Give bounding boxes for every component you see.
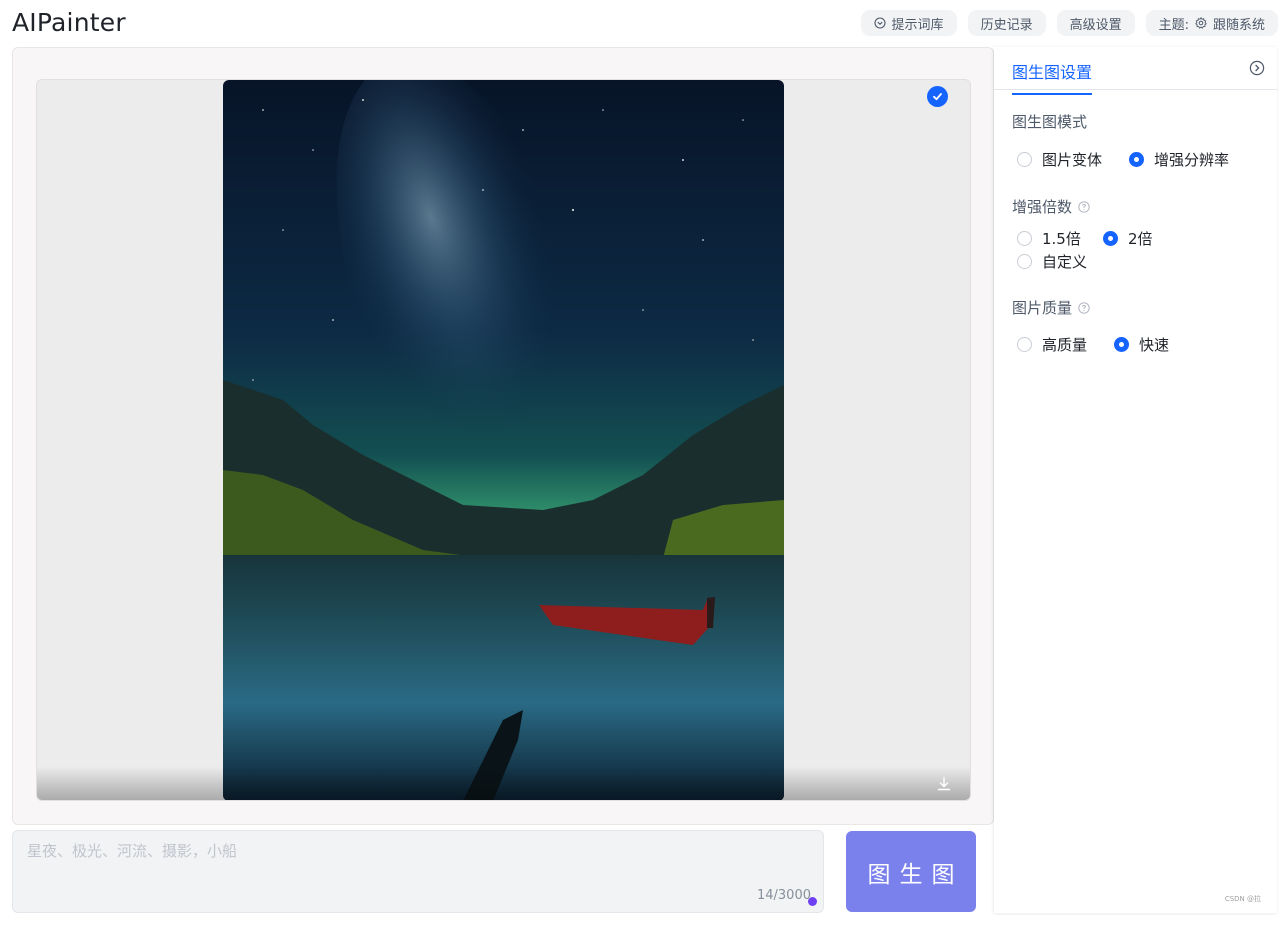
radio-label: 1.5倍: [1042, 230, 1081, 248]
theme-button[interactable]: 主题: 跟随系统: [1145, 10, 1278, 36]
radio-indicator: [1017, 231, 1032, 246]
gear-icon: [1195, 17, 1207, 29]
download-icon[interactable]: [936, 776, 952, 792]
advanced-settings-button[interactable]: 高级设置: [1056, 10, 1135, 36]
chevron-circle-icon: [873, 17, 886, 29]
radio-scale-2x[interactable]: 2倍: [1103, 228, 1153, 249]
radio-label: 增强分辨率: [1154, 151, 1230, 169]
radio-label: 图片变体: [1042, 151, 1103, 169]
history-label: 历史记录: [980, 17, 1033, 33]
app-title: AIPainter: [12, 8, 126, 37]
scale-section-title: 增强倍数: [1012, 196, 1090, 217]
theme-value: 跟随系统: [1212, 17, 1265, 33]
radio-enhance-resolution[interactable]: 增强分辨率: [1129, 149, 1229, 170]
radio-indicator: [1017, 337, 1032, 352]
char-count: 14/3000: [756, 888, 811, 903]
quality-section-title: 图片质量: [1012, 297, 1090, 318]
radio-indicator-selected: [1129, 152, 1144, 167]
quality-title-label: 图片质量: [1012, 299, 1073, 317]
prompt-input[interactable]: [13, 831, 823, 912]
prompt-library-button[interactable]: 提示词库: [860, 10, 957, 36]
image-canvas: [36, 79, 971, 801]
history-button[interactable]: 历史记录: [967, 10, 1046, 36]
advanced-settings-label: 高级设置: [1069, 17, 1122, 33]
canvas-bottom-shade: [37, 766, 970, 800]
selected-check-icon[interactable]: [927, 86, 948, 107]
radio-label: 2倍: [1128, 230, 1153, 248]
radio-label: 快速: [1139, 336, 1170, 354]
prompt-box: 14/3000: [12, 830, 824, 913]
radio-indicator-selected: [1114, 337, 1129, 352]
help-icon[interactable]: [1078, 301, 1090, 314]
radio-scale-1-5x[interactable]: 1.5倍: [1017, 228, 1081, 249]
watermark: CSDN @拉: [1224, 895, 1261, 903]
prompt-library-label: 提示词库: [891, 17, 944, 33]
starry-lake-photo[interactable]: [223, 80, 784, 800]
radio-indicator: [1017, 254, 1032, 269]
radio-scale-custom[interactable]: 自定义: [1017, 251, 1087, 272]
mode-section-title: 图生图模式: [1012, 111, 1087, 132]
radio-image-variant[interactable]: 图片变体: [1017, 149, 1102, 170]
radio-label: 高质量: [1042, 336, 1088, 354]
radio-indicator-selected: [1103, 231, 1118, 246]
radio-quality-fast[interactable]: 快速: [1114, 334, 1169, 355]
resize-handle[interactable]: [808, 897, 817, 906]
scale-title-label: 增强倍数: [1012, 198, 1073, 216]
tab-img2img-settings[interactable]: 图生图设置: [1012, 59, 1093, 95]
starry-lake-illustration: [223, 80, 784, 800]
mode-title-label: 图生图模式: [1012, 113, 1088, 131]
radio-indicator: [1017, 152, 1032, 167]
theme-label: 主题:: [1158, 17, 1189, 33]
image-stage: [12, 47, 994, 825]
panel-header: 图生图设置: [994, 47, 1277, 95]
help-icon[interactable]: [1078, 200, 1090, 213]
radio-quality-high[interactable]: 高质量: [1017, 334, 1087, 355]
settings-panel: 图生图设置 图生图模式 图片变体 增强分辨率 增强倍数 1.5倍 2倍 自定义 …: [994, 47, 1277, 913]
top-actions: 提示词库 历史记录 高级设置 主题: 跟随系统: [860, 10, 1278, 36]
collapse-panel-icon[interactable]: [1249, 60, 1265, 76]
radio-label: 自定义: [1042, 253, 1088, 271]
generate-button[interactable]: 图生图: [846, 831, 976, 912]
